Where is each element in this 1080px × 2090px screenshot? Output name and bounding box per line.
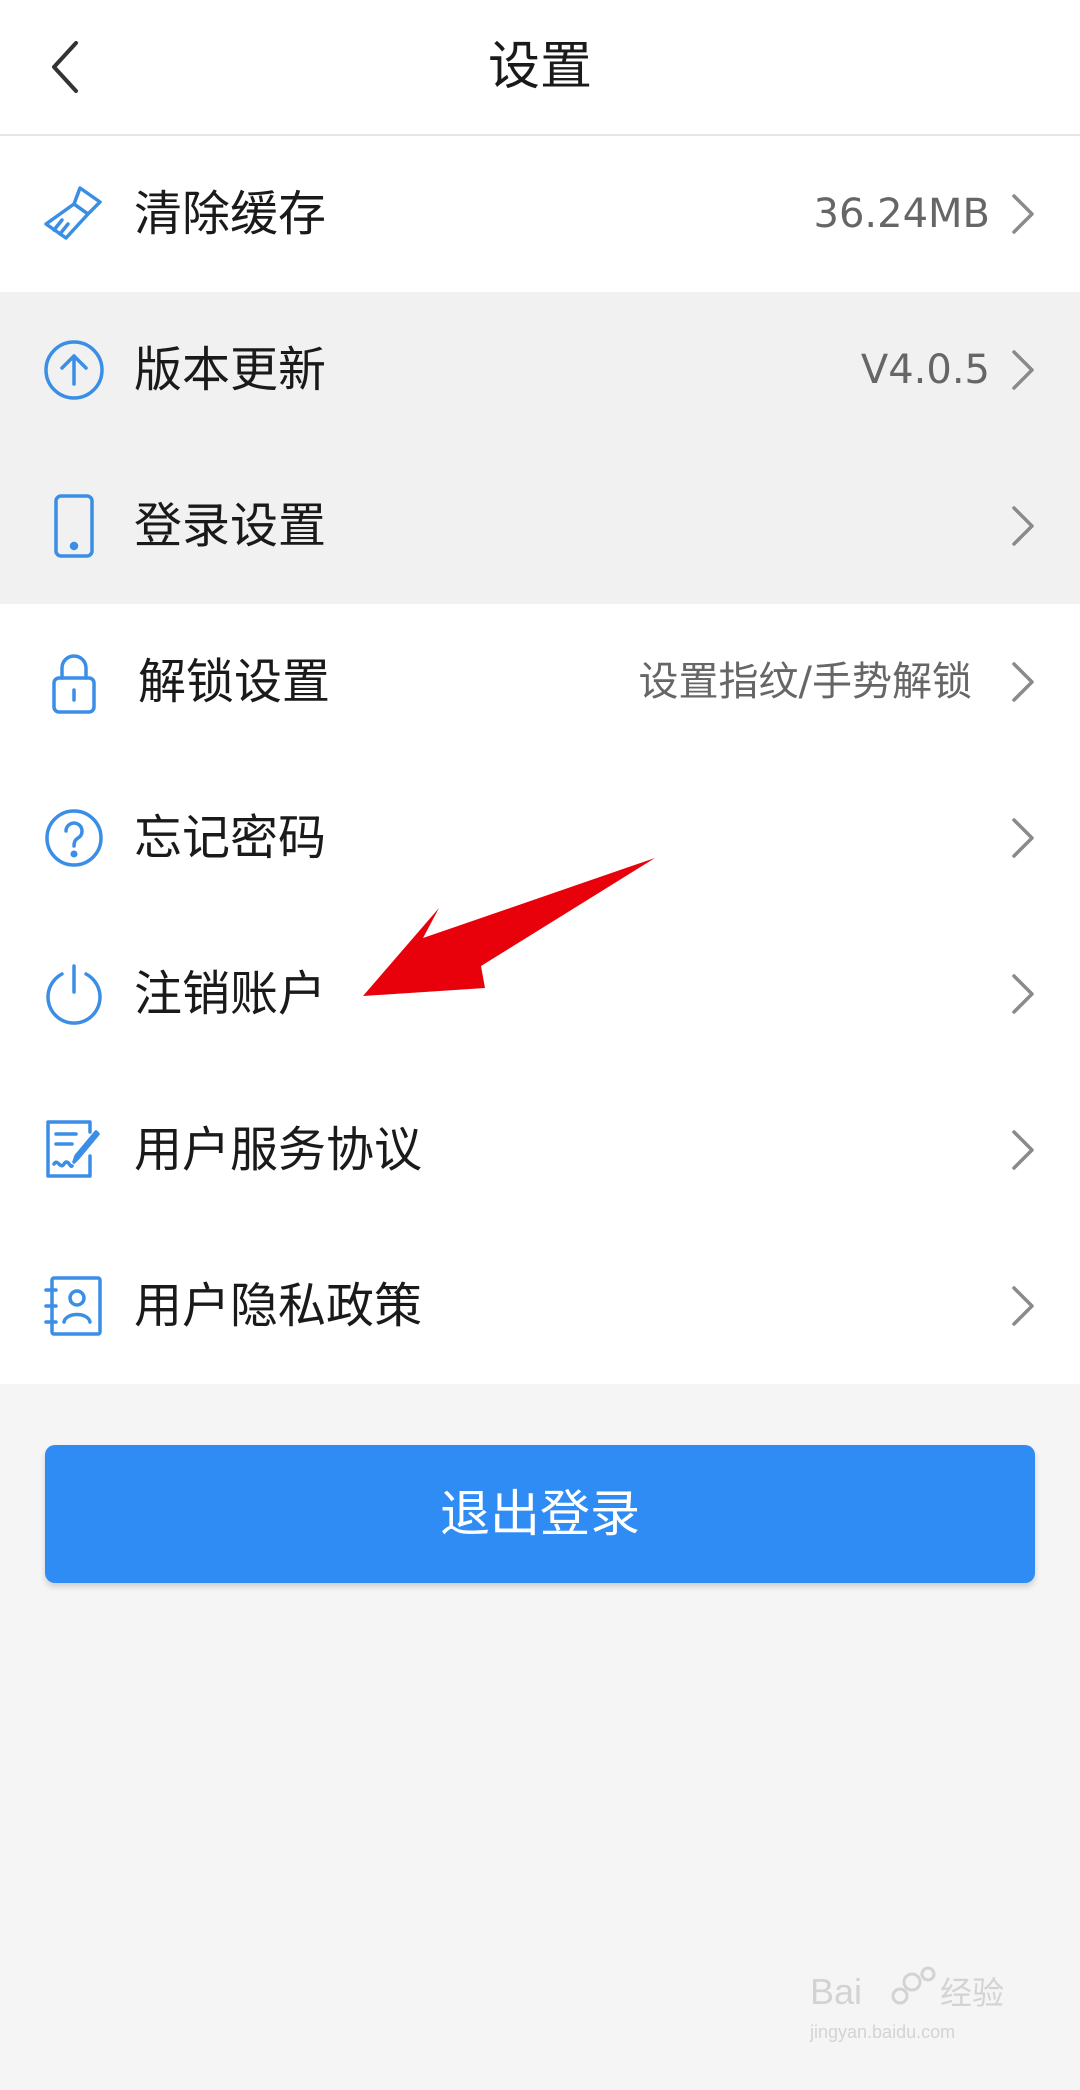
chevron-right-icon: [1012, 350, 1034, 390]
settings-item-label: 忘记密码: [134, 810, 327, 866]
settings-item-label: 用户服务协议: [134, 1122, 423, 1178]
chevron-right-icon: [1012, 818, 1034, 858]
power-icon: [46, 964, 102, 1025]
settings-list: 清除缓存 36.24MB 版本更新 V4.0.5 登录设置 解锁设置 设置指纹/…: [0, 136, 1080, 1384]
settings-item-version-update[interactable]: 版本更新 V4.0.5: [0, 292, 1080, 448]
svg-text:Bai: Bai: [810, 1971, 862, 2012]
settings-item-login-settings[interactable]: 登录设置: [0, 448, 1080, 604]
broom-icon: [44, 186, 102, 240]
settings-item-label: 版本更新: [134, 342, 327, 398]
chevron-right-icon: [1012, 1130, 1034, 1170]
question-circle-icon: [45, 809, 103, 867]
settings-item-label: 清除缓存: [134, 186, 327, 242]
settings-item-clear-cache[interactable]: 清除缓存 36.24MB: [0, 136, 1080, 292]
cache-size-value: 36.24MB: [813, 191, 990, 237]
settings-item-privacy-policy[interactable]: 用户隐私政策: [0, 1228, 1080, 1384]
settings-item-label: 登录设置: [134, 498, 327, 554]
baidu-jingyan-watermark: Bai 经验 jingyan.baidu.com: [809, 1966, 1004, 2042]
svg-text:jingyan.baidu.com: jingyan.baidu.com: [809, 2022, 955, 2042]
chevron-right-icon: [1012, 974, 1034, 1014]
settings-item-service-agreement[interactable]: 用户服务协议: [0, 1072, 1080, 1228]
upload-circle-icon: [44, 340, 104, 400]
version-value: V4.0.5: [860, 347, 990, 393]
svg-text:经验: 经验: [940, 1975, 1004, 2011]
chevron-right-icon: [1012, 1286, 1034, 1326]
chevron-right-icon: [1012, 506, 1034, 546]
annotation-arrow-icon: [363, 858, 655, 996]
logout-button[interactable]: 退出登录: [45, 1445, 1035, 1583]
settings-item-unlock-settings[interactable]: 解锁设置 设置指纹/手势解锁: [0, 604, 1080, 760]
settings-item-label: 注销账户: [134, 966, 327, 1022]
lock-icon: [52, 654, 96, 714]
page-title: 设置: [487, 37, 592, 97]
document-sign-icon: [46, 1120, 100, 1178]
phone-icon: [54, 494, 94, 558]
unlock-method-value: 设置指纹/手势解锁: [638, 659, 972, 705]
header-bar: 设置: [0, 0, 1080, 136]
settings-item-label: 用户隐私政策: [134, 1278, 423, 1334]
settings-item-label: 解锁设置: [138, 654, 331, 710]
chevron-right-icon: [1012, 194, 1034, 234]
contact-card-icon: [44, 1276, 102, 1336]
chevron-right-icon: [1012, 662, 1034, 702]
